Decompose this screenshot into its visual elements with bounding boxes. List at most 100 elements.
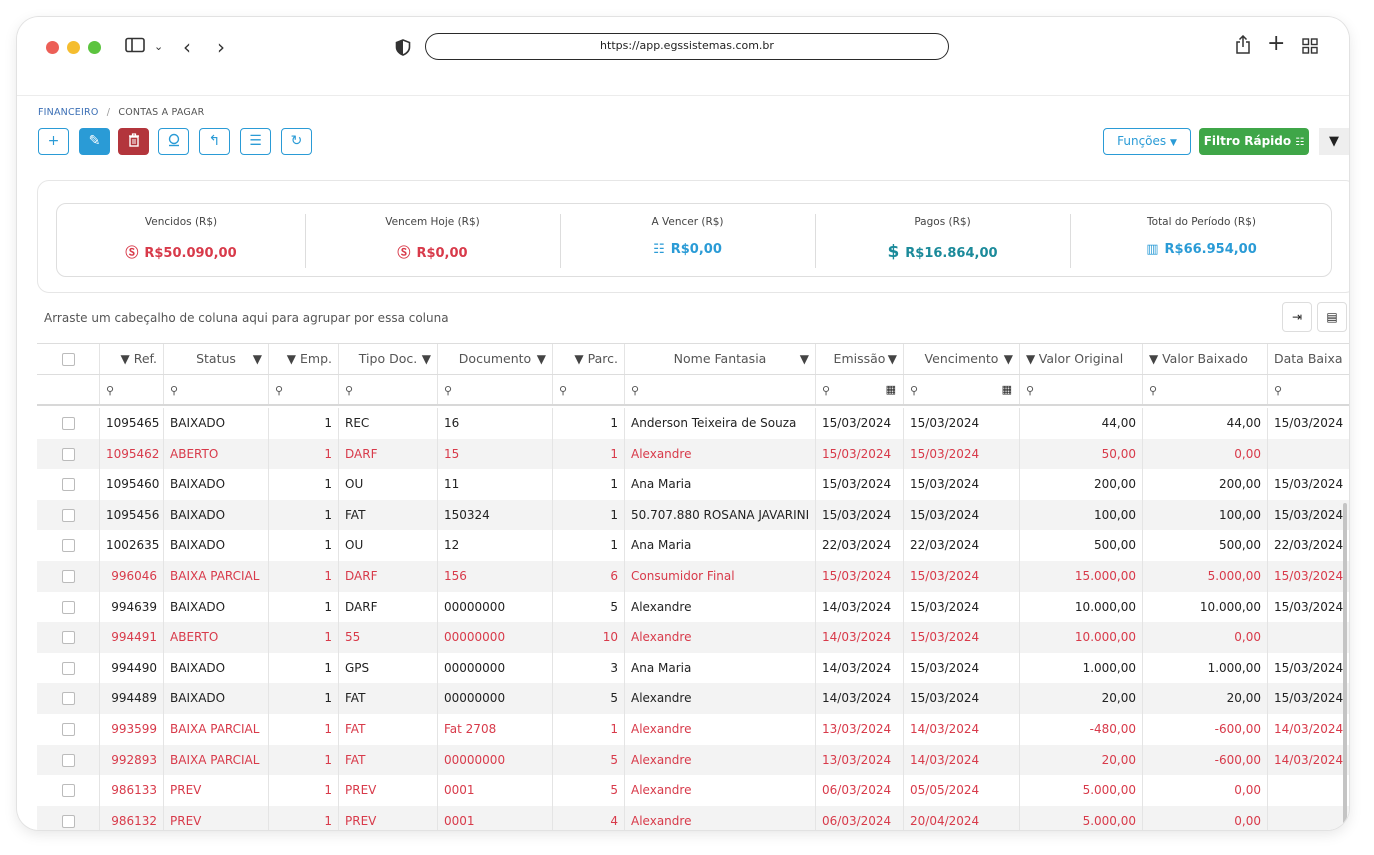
- table-row[interactable]: 1095465 BAIXADO 1 REC 16 1 Anderson Teixeira d…: [37, 408, 1349, 439]
- select-all-checkbox[interactable]: [61, 353, 75, 366]
- forward-icon[interactable]: ›: [217, 37, 225, 57]
- share-icon[interactable]: [1235, 34, 1251, 60]
- table-row[interactable]: 1095462 ABERTO 1 DARF 15 1 Alexandre 15/03/2024…: [37, 438, 1349, 470]
- table-cell: 14/03/2024: [1268, 745, 1349, 776]
- minimize-window-button[interactable]: [67, 41, 80, 54]
- row-checkbox[interactable]: [61, 784, 75, 798]
- reverse-button[interactable]: ↰: [199, 128, 230, 155]
- close-window-button[interactable]: [46, 41, 59, 54]
- column-filter-icon[interactable]: ▼: [422, 344, 431, 374]
- column-filter-input[interactable]: ⚲ ▦: [904, 375, 1020, 404]
- column-header[interactable]: ▼ Parc.: [553, 344, 625, 374]
- table-row[interactable]: 994489 BAIXADO 1 FAT 00000000 5 Alexandre 14/03…: [37, 683, 1349, 714]
- column-filter-icon[interactable]: ▼: [574, 352, 583, 366]
- column-filter-icon[interactable]: ▼: [121, 352, 130, 366]
- column-header[interactable]: Documento ▼: [438, 344, 553, 374]
- column-filter-input[interactable]: ⚲ ▦: [816, 375, 904, 404]
- functions-dropdown[interactable]: Funções ▼: [1103, 128, 1191, 155]
- vertical-scrollbar[interactable]: [1343, 503, 1347, 830]
- column-header-label: Valor Baixado: [1162, 351, 1248, 366]
- row-checkbox[interactable]: [61, 417, 75, 430]
- calendar-icon[interactable]: ▦: [886, 375, 896, 404]
- quick-filter-button[interactable]: Filtro Rápido ☷: [1199, 128, 1309, 155]
- edit-button[interactable]: ✎: [79, 128, 110, 155]
- column-filter-input[interactable]: ⚲: [553, 375, 625, 404]
- address-bar[interactable]: https://app.egssistemas.com.br: [425, 33, 949, 60]
- row-checkbox[interactable]: [61, 539, 75, 553]
- table-cell: 14/03/2024: [816, 683, 904, 714]
- column-header[interactable]: Status ▼: [164, 344, 269, 374]
- table-row[interactable]: 1095460 BAIXADO 1 OU 11 1 Ana Maria 15/03/2024 1…: [37, 469, 1349, 500]
- tab-overview-icon[interactable]: [1302, 38, 1318, 59]
- column-filter-input[interactable]: ⚲: [1143, 375, 1268, 404]
- export-button[interactable]: ⇥: [1282, 302, 1312, 332]
- add-button[interactable]: +: [38, 128, 69, 155]
- column-header-label: Data Baixa: [1274, 351, 1343, 366]
- column-filter-input[interactable]: ⚲: [1020, 375, 1143, 404]
- payment-button[interactable]: [158, 128, 189, 155]
- row-checkbox[interactable]: [61, 661, 75, 675]
- breadcrumb-financeiro[interactable]: FINANCEIRO: [38, 107, 99, 118]
- new-tab-icon[interactable]: +: [1267, 33, 1285, 55]
- row-checkbox[interactable]: [61, 631, 75, 645]
- table-row[interactable]: 1095456 BAIXADO 1 FAT 150324 1 50.707.880 ROSA…: [37, 499, 1349, 531]
- zoom-window-button[interactable]: [88, 41, 101, 54]
- table-row[interactable]: 992893 BAIXA PARCIAL 1 FAT 00000000 5 Alexandr…: [37, 744, 1349, 776]
- sidebar-icon[interactable]: [125, 37, 145, 58]
- column-filter-input[interactable]: ⚲: [625, 375, 816, 404]
- row-checkbox[interactable]: [61, 723, 75, 736]
- table-row[interactable]: 994490 BAIXADO 1 GPS 00000000 3 Ana Maria 14/03…: [37, 652, 1349, 684]
- row-checkbox[interactable]: [61, 447, 75, 461]
- table-row[interactable]: 993599 BAIXA PARCIAL 1 FAT Fat 2708 1 Alexandr…: [37, 714, 1349, 745]
- breadcrumb-current: CONTAS A PAGAR: [118, 107, 205, 118]
- column-header[interactable]: ▼ Valor Baixado: [1143, 344, 1268, 374]
- table-row[interactable]: 996046 BAIXA PARCIAL 1 DARF 156 6 Consumidor F…: [37, 561, 1349, 592]
- calendar-icon[interactable]: ▦: [1002, 375, 1012, 404]
- filter-button[interactable]: ▼: [1319, 128, 1349, 155]
- column-filter-input[interactable]: ⚲: [339, 375, 438, 404]
- table-cell: 1002635: [100, 530, 164, 561]
- column-header[interactable]: Tipo Doc. ▼: [339, 344, 438, 374]
- table-row[interactable]: 994639 BAIXADO 1 DARF 00000000 5 Alexandre 14/0…: [37, 591, 1349, 623]
- column-header[interactable]: ▼ Emp.: [269, 344, 339, 374]
- column-filter-input[interactable]: ⚲: [1268, 375, 1349, 404]
- column-header[interactable]: Vencimento ▼: [904, 344, 1020, 374]
- column-header[interactable]: Nome Fantasia ▼: [625, 344, 816, 374]
- row-checkbox[interactable]: [61, 753, 75, 767]
- column-filter-icon[interactable]: ▼: [1026, 344, 1035, 374]
- table-row[interactable]: 986133 PREV 1 PREV 0001 5 Alexandre 06/03/2024 0…: [37, 775, 1349, 806]
- refresh-button[interactable]: ↻: [281, 128, 312, 155]
- table-cell: OU: [339, 530, 438, 561]
- table-row[interactable]: 994491 ABERTO 1 55 00000000 10 Alexandre 14/03/…: [37, 622, 1349, 653]
- column-filter-input[interactable]: ⚲: [269, 375, 339, 404]
- table-row[interactable]: 986132 PREV 1 PREV 0001 4 Alexandre 06/03/2024 2…: [37, 805, 1349, 830]
- row-checkbox[interactable]: [61, 600, 75, 614]
- chevron-down-icon[interactable]: ⌄: [154, 37, 163, 57]
- column-filter-icon[interactable]: ▼: [1004, 344, 1013, 374]
- list-button[interactable]: ☰: [240, 128, 271, 155]
- column-filter-icon[interactable]: ▼: [253, 344, 262, 374]
- column-filter-icon[interactable]: ▼: [537, 344, 546, 374]
- row-checkbox[interactable]: [61, 692, 75, 706]
- table-cell: 994489: [100, 683, 164, 714]
- back-icon[interactable]: ‹: [183, 37, 191, 57]
- column-header[interactable]: Data Baixa: [1268, 344, 1349, 374]
- column-filter-icon[interactable]: ▼: [800, 344, 809, 374]
- table-row[interactable]: 1002635 BAIXADO 1 OU 12 1 Ana Maria 22/03/2024 2…: [37, 530, 1349, 561]
- delete-button[interactable]: [118, 128, 149, 155]
- column-filter-input[interactable]: ⚲: [164, 375, 269, 404]
- column-header[interactable]: ▼ Ref.: [100, 344, 164, 374]
- row-checkbox[interactable]: [61, 814, 75, 828]
- row-checkbox[interactable]: [61, 478, 75, 492]
- column-header[interactable]: Emissão ▼: [816, 344, 904, 374]
- column-header[interactable]: ▼ Valor Original: [1020, 344, 1143, 374]
- column-filter-input[interactable]: ⚲: [100, 375, 164, 404]
- row-checkbox[interactable]: [61, 508, 75, 522]
- column-filter-input[interactable]: ⚲: [438, 375, 553, 404]
- row-checkbox[interactable]: [61, 570, 75, 583]
- column-filter-icon[interactable]: ▼: [1149, 344, 1158, 374]
- summary-amount: R$0,00: [416, 246, 468, 261]
- column-chooser-button[interactable]: ▤: [1317, 302, 1347, 332]
- column-filter-icon[interactable]: ▼: [287, 352, 296, 366]
- column-filter-icon[interactable]: ▼: [888, 344, 897, 374]
